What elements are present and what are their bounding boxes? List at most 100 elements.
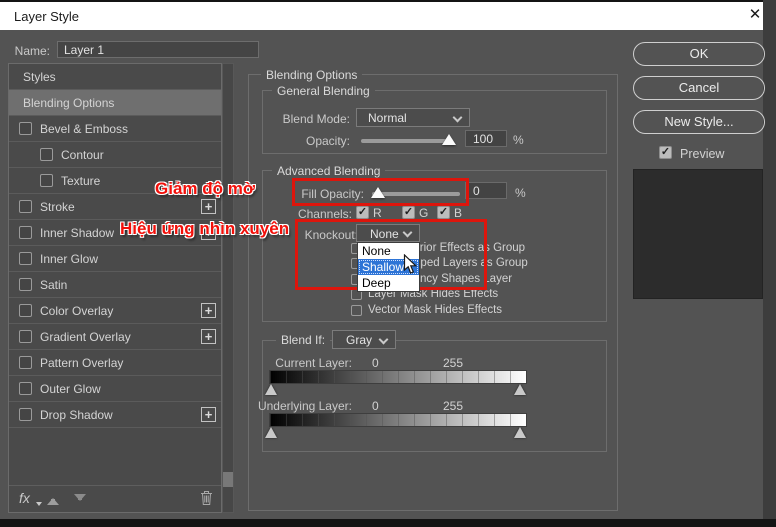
underlying-layer-min: 0 xyxy=(372,399,379,413)
sidebar-item-label: Color Overlay xyxy=(40,304,113,318)
underlying-layer-black-slider[interactable] xyxy=(265,427,277,438)
delete-effect-icon[interactable] xyxy=(200,490,213,511)
styles-sidebar: Styles Blending Options Bevel & Emboss Cont… xyxy=(8,63,222,513)
general-blending-title: General Blending xyxy=(272,84,375,98)
sidebar-item-label: Styles xyxy=(23,70,56,84)
sidebar-item-color-overlay[interactable]: Color Overlay + xyxy=(9,298,221,324)
current-layer-label: Current Layer: xyxy=(252,356,352,370)
sidebar-scrollbar[interactable] xyxy=(222,63,234,513)
channel-b-checkbox[interactable]: ✓ xyxy=(437,206,450,219)
sidebar-item-drop-shadow[interactable]: Drop Shadow + xyxy=(9,402,221,428)
name-label: Name: xyxy=(0,44,50,58)
plus-icon[interactable]: + xyxy=(201,303,216,318)
fill-opacity-percent: % xyxy=(515,186,526,200)
sidebar-item-blending-options[interactable]: Blending Options xyxy=(9,90,221,116)
fx-caret-icon xyxy=(36,502,42,509)
sidebar-item-label: Outer Glow xyxy=(40,382,101,396)
underlying-layer-gradient[interactable] xyxy=(270,414,526,426)
sidebar-rows: Styles Blending Options Bevel & Emboss Cont… xyxy=(9,64,221,428)
sidebar-item-contour[interactable]: Contour xyxy=(9,142,221,168)
checkbox-icon[interactable] xyxy=(19,278,32,291)
checkbox-icon[interactable] xyxy=(19,382,32,395)
checkbox-icon[interactable] xyxy=(19,408,32,421)
sidebar-item-label: Bevel & Emboss xyxy=(40,122,128,136)
current-layer-max: 255 xyxy=(443,356,463,370)
advanced-option-label: Vector Mask Hides Effects xyxy=(368,304,502,316)
chevron-down-icon xyxy=(453,113,463,123)
sidebar-item-label: Inner Shadow xyxy=(40,226,114,240)
channel-r-label: R xyxy=(373,206,382,220)
new-style-button[interactable]: New Style... xyxy=(633,110,765,134)
checkbox-icon[interactable] xyxy=(19,200,32,213)
preview-label: Preview xyxy=(680,147,724,161)
advanced-option-row: Vector Mask Hides Effects xyxy=(351,305,607,316)
opacity-slider-thumb[interactable] xyxy=(442,134,456,145)
sidebar-item-label: Gradient Overlay xyxy=(40,330,131,344)
move-effect-down-icon[interactable] xyxy=(74,492,86,507)
underlying-layer-white-slider[interactable] xyxy=(514,427,526,438)
channel-r-checkbox[interactable]: ✓ xyxy=(356,206,369,219)
sidebar-item-bevel-emboss[interactable]: Bevel & Emboss xyxy=(9,116,221,142)
opacity-label: Opacity: xyxy=(252,134,350,148)
checkbox-icon[interactable] xyxy=(40,174,53,187)
blend-mode-dropdown[interactable]: Normal xyxy=(356,108,470,127)
plus-icon[interactable]: + xyxy=(201,199,216,214)
advanced-blending-title: Advanced Blending xyxy=(272,164,385,178)
sidebar-item-label: Inner Glow xyxy=(40,252,98,266)
sidebar-item-pattern-overlay[interactable]: Pattern Overlay xyxy=(9,350,221,376)
sidebar-item-styles[interactable]: Styles xyxy=(9,64,221,90)
blend-if-dropdown[interactable]: Gray xyxy=(332,330,396,349)
checkbox-icon[interactable] xyxy=(19,330,32,343)
background-strip xyxy=(0,519,776,527)
title-bar: Layer Style xyxy=(0,0,763,30)
channel-g-checkbox[interactable]: ✓ xyxy=(402,206,415,219)
sidebar-item-inner-glow[interactable]: Inner Glow xyxy=(9,246,221,272)
fx-menu-button[interactable]: fx xyxy=(19,490,30,506)
blend-if-value: Gray xyxy=(346,333,372,347)
name-input[interactable] xyxy=(57,41,259,58)
blend-if-label: Blend If: xyxy=(276,333,330,347)
preview-swatch xyxy=(633,169,763,299)
sidebar-footer: fx xyxy=(9,485,221,512)
ok-button[interactable]: OK xyxy=(633,42,765,66)
checkbox-icon[interactable] xyxy=(40,148,53,161)
opacity-input[interactable] xyxy=(465,130,507,147)
opacity-slider[interactable] xyxy=(361,139,453,143)
checkbox-icon[interactable] xyxy=(19,252,32,265)
channel-g-label: G xyxy=(419,206,428,220)
fill-opacity-input[interactable] xyxy=(465,182,507,199)
preview-checkbox[interactable]: ✓ xyxy=(659,146,672,159)
plus-icon[interactable]: + xyxy=(201,329,216,344)
sidebar-item-label: Pattern Overlay xyxy=(40,356,123,370)
current-layer-white-slider[interactable] xyxy=(514,384,526,395)
channel-b-label: B xyxy=(454,206,462,220)
move-effect-up-icon[interactable] xyxy=(47,492,59,507)
blend-mode-label: Blend Mode: xyxy=(252,112,350,126)
close-icon[interactable]: ✕ xyxy=(744,5,766,25)
sidebar-item-label: Drop Shadow xyxy=(40,408,113,422)
cancel-button[interactable]: Cancel xyxy=(633,76,765,100)
plus-icon[interactable]: + xyxy=(201,407,216,422)
checkbox-icon[interactable] xyxy=(19,226,32,239)
checkbox-icon[interactable] xyxy=(19,304,32,317)
current-layer-black-slider[interactable] xyxy=(265,384,277,395)
sidebar-item-label: Blending Options xyxy=(23,96,114,110)
panel-title: Blending Options xyxy=(261,68,362,82)
layer-style-dialog: Layer Style ✕ Name: Styles Blending Optio… xyxy=(0,0,776,527)
underlying-layer-max: 255 xyxy=(443,399,463,413)
blend-mode-value: Normal xyxy=(368,111,407,125)
current-layer-gradient[interactable] xyxy=(270,371,526,383)
checkbox-icon[interactable] xyxy=(351,305,362,316)
window-edge xyxy=(763,0,776,519)
checkbox-icon[interactable] xyxy=(19,122,32,135)
sidebar-item-gradient-overlay[interactable]: Gradient Overlay + xyxy=(9,324,221,350)
current-layer-min: 0 xyxy=(372,356,379,370)
scrollbar-thumb[interactable] xyxy=(223,472,233,487)
checkbox-icon[interactable] xyxy=(19,356,32,369)
sidebar-item-label: Stroke xyxy=(40,200,75,214)
sidebar-item-label: Satin xyxy=(40,278,67,292)
underlying-layer-label: Underlying Layer: xyxy=(252,399,352,413)
sidebar-item-outer-glow[interactable]: Outer Glow xyxy=(9,376,221,402)
mouse-cursor-icon xyxy=(403,254,417,280)
sidebar-item-satin[interactable]: Satin xyxy=(9,272,221,298)
